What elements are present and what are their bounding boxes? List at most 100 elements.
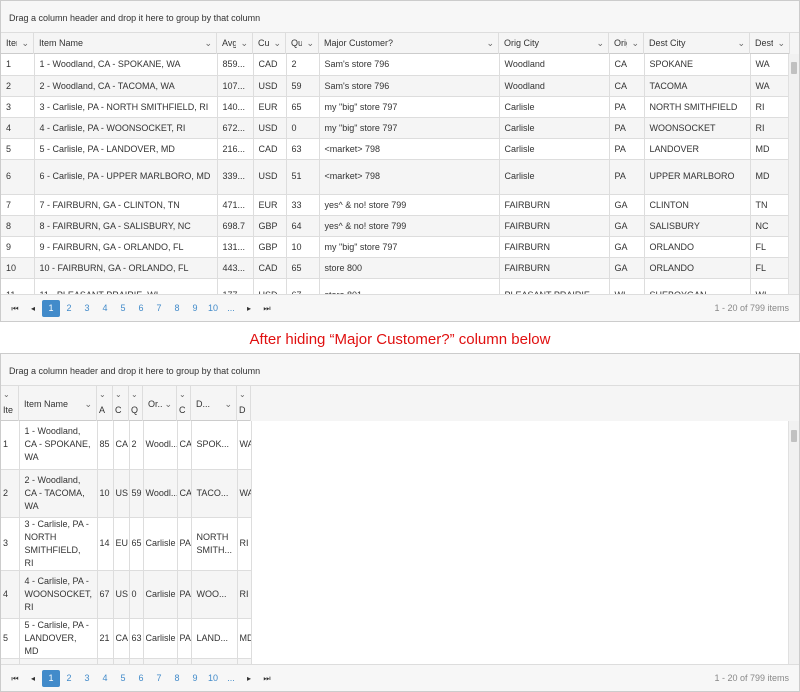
page-number-button[interactable]: 3 [78,300,96,317]
table-row[interactable]: 44 - Carlisle, PA - WOONSOCKET, RI 672...… [1,117,791,139]
chevron-down-icon[interactable]: ⌄ [777,38,785,49]
page-number-button[interactable]: 10 [204,670,222,687]
table-cell: EUR [253,96,287,118]
grid-body[interactable]: 11 - Woodland, CA - SPOKANE, WA 85 CA 2 Wood… [1,421,799,664]
page-number-button[interactable]: 3 [78,670,96,687]
chevron-down-icon[interactable]: ⌄ [273,38,281,49]
page-number-button[interactable]: 5 [114,300,132,317]
column-header[interactable]: Orig City ⌄ [499,33,609,54]
chevron-down-icon[interactable]: ⌄ [224,399,232,410]
chevron-down-icon[interactable]: ⌄ [631,38,639,49]
page-number-button[interactable]: 4 [96,300,114,317]
group-drop-zone[interactable]: Drag a column header and drop it here to… [1,1,799,33]
table-cell: 14 [97,517,114,571]
page-number-button[interactable]: 7 [150,300,168,317]
grid-body[interactable]: 11 - Woodland, CA - SPOKANE, WA 859... CAD… [1,54,799,295]
table-row[interactable]: 22 - Woodland, CA - TACOMA, WA 107... USD 5… [1,75,791,97]
column-header[interactable]: Item Name ⌄ [34,33,217,54]
column-header[interactable]: Qua ⌄ [286,33,319,54]
last-page-button[interactable]: ⏭ [258,670,276,687]
page-number-button[interactable]: 2 [60,300,78,317]
table-row[interactable]: 33 - Carlisle, PA - NORTH SMITHFIELD, RI… [1,517,252,571]
first-page-button[interactable]: ⏮ [6,300,24,317]
table-cell: WA [237,469,252,518]
chevron-down-icon[interactable]: ⌄ [3,390,10,399]
table-row[interactable]: 33 - Carlisle, PA - NORTH SMITHFIELD, RI… [1,96,791,118]
table-cell: 216... [217,138,254,160]
column-header[interactable]: D ⌄ [237,386,251,421]
table-cell: MD [750,138,791,160]
column-header[interactable]: C ⌄ [113,386,129,421]
page-number-button[interactable]: 10 [204,300,222,317]
chevron-down-icon[interactable]: ⌄ [239,390,246,399]
page-number-button[interactable]: 4 [96,670,114,687]
column-header[interactable]: Item Name ⌄ [19,386,97,421]
chevron-down-icon[interactable]: ⌄ [164,399,172,410]
table-row[interactable]: 44 - Carlisle, PA - WOONSOCKET, RI 67 US 0 C… [1,570,252,619]
page-number-button[interactable]: 9 [186,300,204,317]
table-row[interactable]: 88 - FAIRBURN, GA - SALISBURY, NC 698.7 GB… [1,215,791,237]
chevron-down-icon[interactable]: ⌄ [131,390,138,399]
column-header[interactable]: Orig ⌄ [609,33,644,54]
page-number-button[interactable]: 2 [60,670,78,687]
last-page-button[interactable]: ⏭ [258,300,276,317]
table-row[interactable]: 11 - Woodland, CA - SPOKANE, WA 859... CAD… [1,54,791,76]
chevron-down-icon[interactable]: ⌄ [84,399,92,410]
chevron-down-icon[interactable]: ⌄ [240,38,248,49]
prev-page-button[interactable]: ◂ [24,300,42,317]
page-number-button[interactable]: ... [222,670,240,687]
vertical-scrollbar[interactable] [788,421,799,664]
column-header[interactable]: Or...⌄ [143,386,177,421]
column-header[interactable]: Cur ⌄ [253,33,286,54]
first-page-button[interactable]: ⏮ [6,670,24,687]
column-header[interactable]: Dest City ⌄ [644,33,750,54]
scrollbar-thumb[interactable] [791,62,797,74]
chevron-down-icon[interactable]: ⌄ [204,38,212,49]
chevron-down-icon[interactable]: ⌄ [99,390,106,399]
table-row[interactable]: 10 10 - FAIRBURN, GA - ORLANDO, FL 443... C… [1,257,791,279]
vertical-scrollbar[interactable] [788,54,799,295]
chevron-down-icon[interactable]: ⌄ [179,390,186,399]
chevron-down-icon[interactable]: ⌄ [596,38,604,49]
column-header[interactable]: Ite ⌄ [1,386,19,421]
page-number-button[interactable]: 9 [186,670,204,687]
table-row[interactable]: 22 - Woodland, CA - TACOMA, WA 10 US 59 Wood… [1,469,252,518]
table-cell: <market> 798 [319,138,500,160]
column-header[interactable]: D... ⌄ [191,386,237,421]
chevron-down-icon[interactable]: ⌄ [486,38,494,49]
column-header[interactable]: Major Customer? ⌄ [319,33,499,54]
page-number-button[interactable]: 8 [168,670,186,687]
page-number-button[interactable]: 7 [150,670,168,687]
page-number-button[interactable]: ... [222,300,240,317]
chevron-down-icon[interactable]: ⌄ [21,38,29,49]
column-header[interactable]: C ⌄ [177,386,191,421]
table-cell: 4 - Carlisle, PA - WOONSOCKET, RI [34,117,218,139]
chevron-down-icon[interactable]: ⌄ [737,38,745,49]
prev-page-button[interactable]: ◂ [24,670,42,687]
column-header[interactable]: Avg ⌄ [217,33,253,54]
table-row[interactable]: 66 - Carlisle, PA - UPPER MARLBORO, MD 33… [1,159,791,195]
column-header[interactable]: Dest ⌄ [750,33,790,54]
column-header[interactable]: Q ⌄ [129,386,143,421]
page-number-button[interactable]: 1 [42,299,60,317]
table-row[interactable]: 77 - FAIRBURN, GA - CLINTON, TN 471... EUR… [1,194,791,216]
table-row[interactable]: 11 - Woodland, CA - SPOKANE, WA 85 CA 2 Wood… [1,421,252,470]
page-number-button[interactable]: 6 [132,670,150,687]
table-row[interactable]: 55 - Carlisle, PA - LANDOVER, MD 21 CA 63 Ca… [1,618,252,659]
page-number-button[interactable]: 6 [132,300,150,317]
table-cell: 67 [286,278,320,295]
column-header[interactable]: A ⌄ [97,386,113,421]
table-row[interactable]: 55 - Carlisle, PA - LANDOVER, MD 216... CA… [1,138,791,160]
table-row[interactable]: 99 - FAIRBURN, GA - ORLANDO, FL 131... GBP… [1,236,791,258]
next-page-button[interactable]: ▸ [240,300,258,317]
page-number-button[interactable]: 1 [42,669,60,687]
group-drop-zone[interactable]: Drag a column header and drop it here to… [1,354,799,386]
scrollbar-thumb[interactable] [791,430,797,442]
chevron-down-icon[interactable]: ⌄ [115,390,122,399]
next-page-button[interactable]: ▸ [240,670,258,687]
chevron-down-icon[interactable]: ⌄ [306,38,314,49]
table-row[interactable]: 11 11 - PLEASANT PRAIRIE, WI -177... USD 67… [1,278,791,295]
page-number-button[interactable]: 5 [114,670,132,687]
column-header[interactable]: Item ⌄ [1,33,34,54]
page-number-button[interactable]: 8 [168,300,186,317]
